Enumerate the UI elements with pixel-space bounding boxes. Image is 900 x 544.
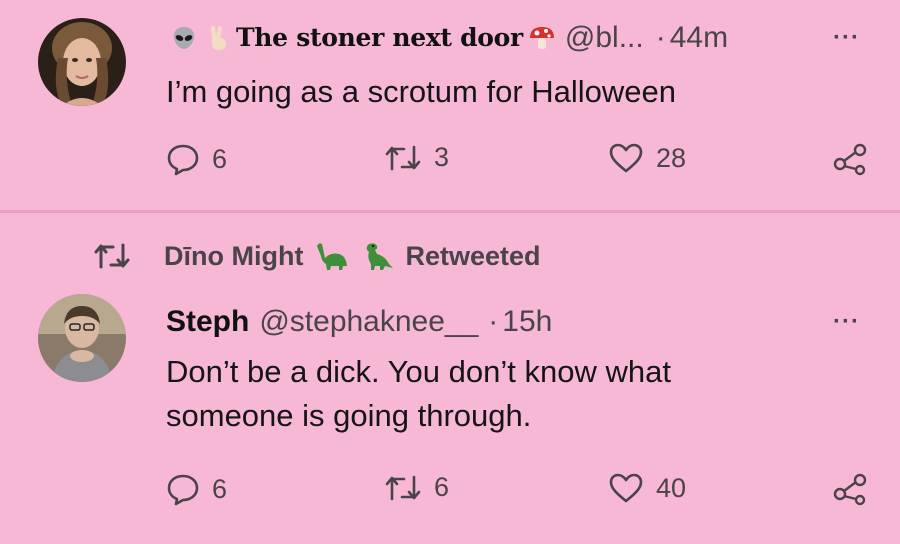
like-count: 28 bbox=[656, 142, 687, 173]
tweet-text: I’m going as a scrotum for Halloween bbox=[166, 74, 677, 109]
reply-button[interactable]: 6 bbox=[166, 472, 227, 506]
tweet-card[interactable]: The stoner next door @bl... · 44m ··· I’… bbox=[0, 0, 900, 210]
tweet-card[interactable]: Steph @stephaknee__ · 15h ··· Don’t be a… bbox=[0, 214, 900, 544]
more-icon[interactable]: ··· bbox=[833, 26, 860, 50]
share-icon bbox=[833, 143, 867, 176]
alien-emoji-icon bbox=[170, 24, 198, 52]
like-button[interactable]: 40 bbox=[608, 472, 686, 504]
tweet-text-line: Don’t be a dick. You don’t know what bbox=[166, 354, 671, 389]
timeline: The stoner next door @bl... · 44m ··· I’… bbox=[0, 0, 900, 544]
tweet-divider bbox=[0, 210, 900, 213]
timestamp[interactable]: 44m bbox=[670, 20, 728, 56]
heart-icon bbox=[609, 143, 643, 173]
retweet-count: 3 bbox=[434, 142, 450, 172]
reply-icon bbox=[167, 474, 199, 506]
like-button[interactable]: 28 bbox=[608, 142, 686, 174]
avatar[interactable] bbox=[38, 18, 126, 106]
reply-icon bbox=[167, 144, 199, 176]
share-button[interactable] bbox=[832, 142, 868, 176]
tweet-text-line: someone is going through. bbox=[166, 398, 532, 433]
separator: · bbox=[488, 305, 499, 338]
reply-count: 6 bbox=[212, 473, 228, 504]
avatar[interactable] bbox=[38, 294, 126, 382]
mushroom-emoji-icon bbox=[527, 23, 557, 53]
retweet-button[interactable]: 3 bbox=[384, 142, 449, 173]
retweet-button[interactable]: 6 bbox=[384, 472, 449, 503]
handle[interactable]: @bl... bbox=[565, 20, 644, 56]
separator: · bbox=[655, 21, 666, 54]
retweet-count: 6 bbox=[434, 472, 450, 502]
more-icon[interactable]: ··· bbox=[833, 310, 860, 334]
retweet-icon bbox=[385, 145, 421, 170]
tweet-text: Don’t be a dick. You don’t know what som… bbox=[166, 350, 671, 438]
timestamp[interactable]: 15h bbox=[502, 304, 552, 340]
tweet-header: The stoner next door @bl... · 44m bbox=[166, 20, 728, 56]
retweet-icon bbox=[385, 475, 421, 500]
action-bar: 6 3 28 bbox=[0, 142, 900, 182]
handle[interactable]: @stephaknee__ bbox=[259, 304, 478, 340]
tweet-header: Steph @stephaknee__ · 15h bbox=[166, 304, 552, 340]
like-count: 40 bbox=[656, 472, 687, 503]
share-button[interactable] bbox=[832, 472, 868, 506]
reply-button[interactable]: 6 bbox=[166, 142, 227, 176]
display-name[interactable]: The stoner next door bbox=[236, 20, 523, 56]
peace-hand-emoji-icon bbox=[206, 24, 232, 52]
reply-count: 6 bbox=[212, 143, 228, 174]
display-name[interactable]: Steph bbox=[166, 304, 249, 340]
heart-icon bbox=[609, 473, 643, 503]
share-icon bbox=[833, 473, 867, 506]
action-bar: 6 6 40 bbox=[0, 472, 900, 512]
